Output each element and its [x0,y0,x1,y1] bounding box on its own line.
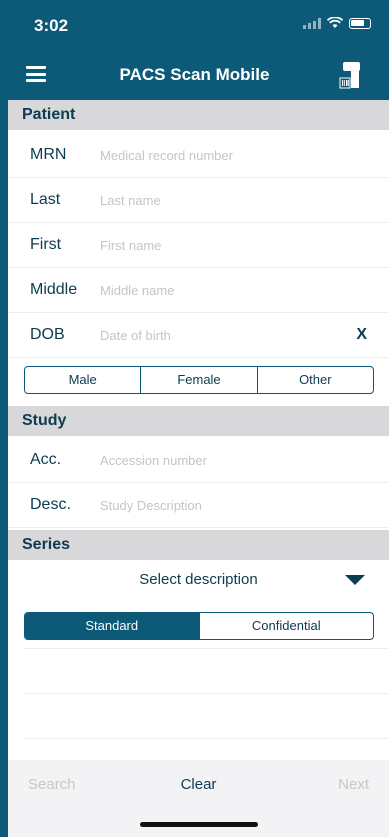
field-label-description: Desc. [30,496,71,513]
first-name-input[interactable] [100,235,340,255]
field-row-first: First [8,223,389,268]
field-label-middle: Middle [30,281,78,298]
page-title: PACS Scan Mobile [119,65,270,84]
field-row-dob: DOB X [8,313,389,358]
accession-input[interactable] [100,450,340,470]
section-header-patient: Patient [8,100,389,130]
sex-option-other[interactable]: Other [258,367,373,393]
search-button[interactable]: Search [28,776,76,793]
home-indicator [140,822,258,827]
privacy-option-standard[interactable]: Standard [25,613,200,639]
field-label-dob: DOB [30,326,65,343]
sex-option-male[interactable]: Male [25,367,142,393]
divider [24,648,389,649]
form-content: Patient MRN Last First Middle DOB X Male… [8,100,389,837]
dob-input[interactable] [100,325,340,345]
privacy-segmented-control: Standard Confidential [24,612,374,640]
battery-icon [349,17,371,29]
sex-option-female[interactable]: Female [141,367,258,393]
dob-clear-button[interactable]: X [356,326,367,344]
field-row-mrn: MRN [8,133,389,178]
select-description-label: Select description [139,571,258,588]
mrn-input[interactable] [100,145,340,165]
status-bar: 3:02 [0,0,389,50]
privacy-option-confidential[interactable]: Confidential [200,613,374,639]
wifi-icon [327,17,343,28]
sex-segmented-control: Male Female Other [24,366,374,394]
barcode-scanner-icon[interactable] [337,60,363,90]
field-label-last: Last [30,191,61,208]
status-time: 3:02 [34,16,69,35]
last-name-input[interactable] [100,190,340,210]
series-description-select[interactable]: Select description [8,560,389,600]
field-row-last: Last [8,178,389,223]
section-header-study: Study [8,406,389,436]
nav-bar: PACS Scan Mobile [0,50,389,100]
middle-name-input[interactable] [100,280,340,300]
signal-icon [303,17,321,29]
field-row-middle: Middle [8,268,389,313]
study-description-input[interactable] [100,495,340,515]
field-label-mrn: MRN [30,146,67,163]
status-icons [303,17,371,29]
section-header-series: Series [8,530,389,560]
divider [24,738,389,739]
divider [24,693,389,694]
field-row-description: Desc. [8,483,389,528]
caret-down-icon [345,575,365,585]
next-button[interactable]: Next [338,776,369,793]
field-row-accession: Acc. [8,438,389,483]
field-label-first: First [30,236,62,253]
bottom-toolbar: Clear Search Next [8,760,389,837]
field-label-accession: Acc. [30,451,62,468]
